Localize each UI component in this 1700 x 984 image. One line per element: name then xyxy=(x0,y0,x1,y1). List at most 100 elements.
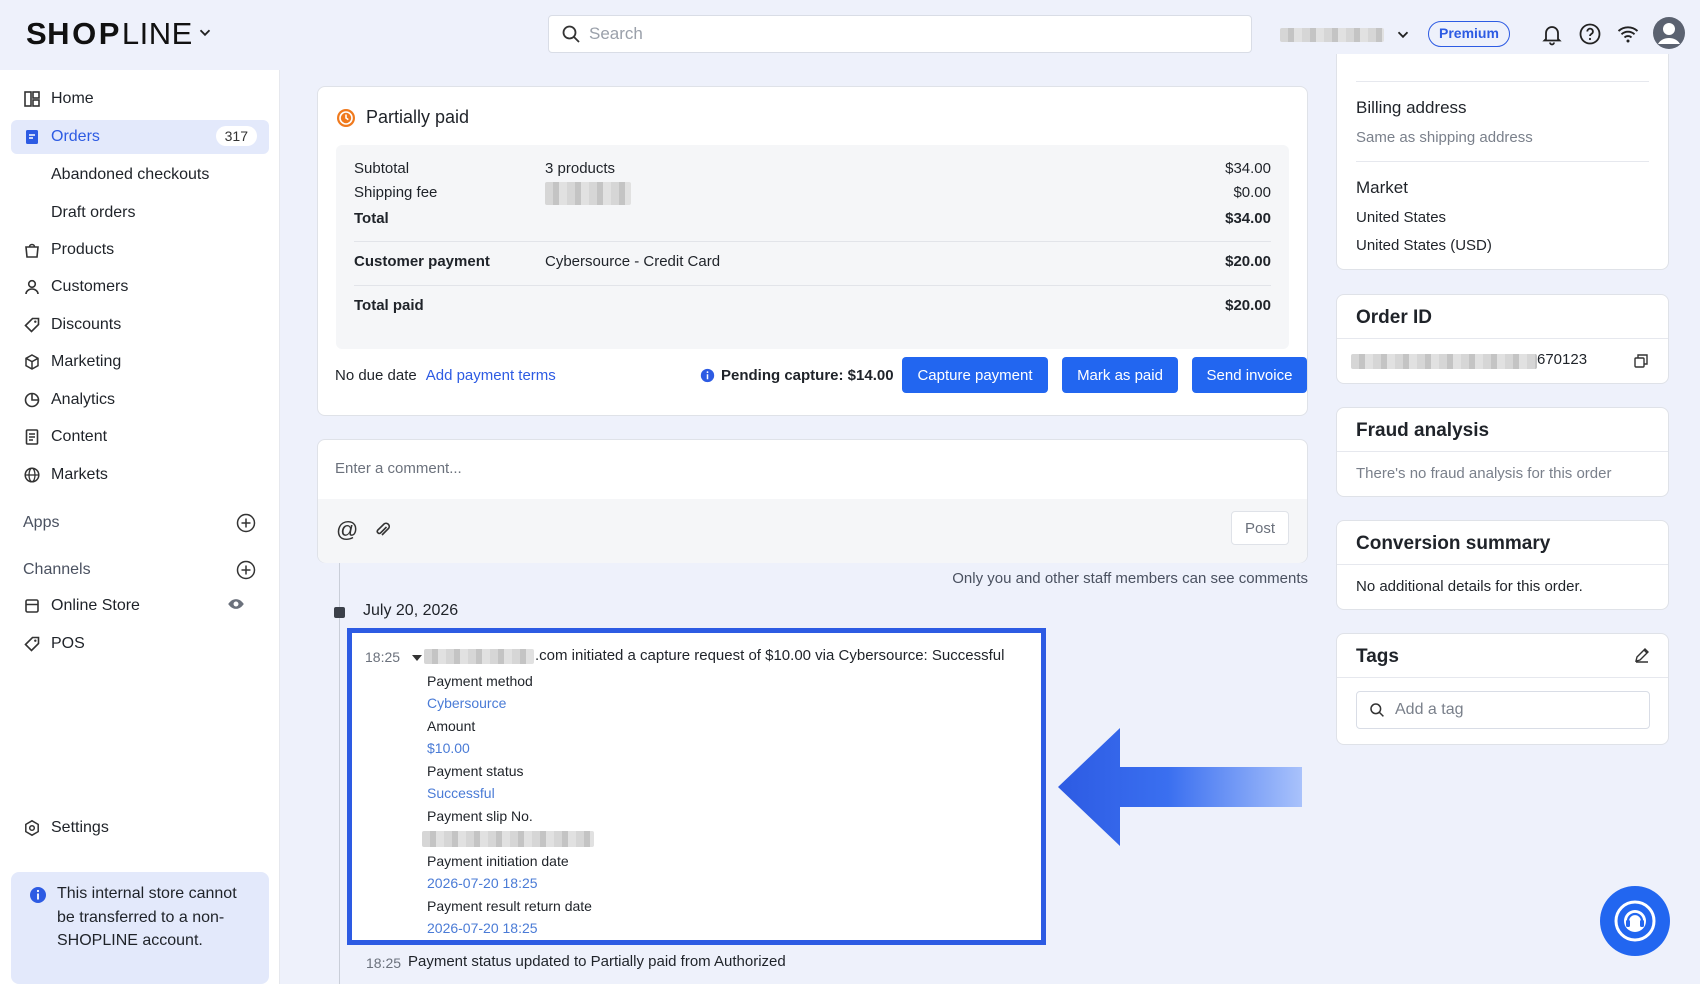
sidebar-item-pos[interactable]: POS xyxy=(11,627,269,661)
pos-tag-icon xyxy=(24,636,40,652)
tag-icon xyxy=(24,317,40,333)
timeline-date: July 20, 2026 xyxy=(363,602,459,619)
pending-capture: Pending capture: $14.00 xyxy=(700,367,894,384)
chevron-down-icon[interactable] xyxy=(196,24,214,42)
fraud-analysis-card: Fraud analysis There's no fraud analysis… xyxy=(1336,407,1669,497)
divider xyxy=(1337,338,1668,339)
divider xyxy=(1337,564,1668,565)
field-label: Amount xyxy=(427,718,476,734)
conversion-summary-text: No additional details for this order. xyxy=(1356,578,1583,595)
sidebar-item-discounts[interactable]: Discounts xyxy=(11,308,269,342)
info-icon xyxy=(30,887,46,903)
sidebar-item-content[interactable]: Content xyxy=(11,420,269,454)
capture-payment-button[interactable]: Capture payment xyxy=(902,357,1048,393)
fraud-analysis-text: There's no fraud analysis for this order xyxy=(1356,465,1612,482)
shopline-logo[interactable]: SH O P LINE xyxy=(26,16,193,52)
sidebar-item-abandoned-checkouts[interactable]: Abandoned checkouts xyxy=(11,158,269,192)
tags-title: Tags xyxy=(1356,646,1399,667)
sidebar-item-settings[interactable]: Settings xyxy=(11,811,269,845)
order-id-redacted xyxy=(1351,354,1537,369)
divider xyxy=(1337,677,1668,678)
total-paid-row: Total paid $20.00 xyxy=(354,297,1271,314)
pie-chart-icon xyxy=(24,392,40,408)
search-input[interactable] xyxy=(589,24,1229,44)
timeline-dot xyxy=(334,607,345,618)
mark-as-paid-button[interactable]: Mark as paid xyxy=(1062,357,1178,393)
field-label: Payment status xyxy=(427,763,524,779)
send-invoice-button[interactable]: Send invoice xyxy=(1192,357,1307,393)
cube-icon xyxy=(25,354,39,370)
bell-icon[interactable] xyxy=(1540,22,1564,46)
sidebar-item-markets[interactable]: Markets xyxy=(11,458,269,492)
copy-icon[interactable] xyxy=(1633,353,1649,369)
sidebar-item-customers[interactable]: Customers xyxy=(11,270,269,304)
post-button[interactable]: Post xyxy=(1231,511,1289,545)
wifi-icon[interactable] xyxy=(1616,22,1640,46)
orders-icon xyxy=(26,130,38,144)
add-tag-input[interactable] xyxy=(1395,701,1635,719)
mention-icon[interactable]: @ xyxy=(336,517,358,543)
event-time: 18:25 xyxy=(365,649,401,665)
field-value: 2026-07-20 18:25 xyxy=(427,875,538,891)
comment-input[interactable]: Enter a comment... xyxy=(335,460,462,477)
sidebar-item-products[interactable]: Products xyxy=(11,233,269,267)
home-icon xyxy=(24,91,40,107)
add-app-icon[interactable] xyxy=(236,513,256,533)
sidebar-item-marketing[interactable]: Marketing xyxy=(11,345,269,379)
info-icon xyxy=(700,368,715,382)
store-chevron-down-icon[interactable] xyxy=(1394,26,1412,44)
support-chat-button[interactable] xyxy=(1600,886,1670,956)
sidebar-item-orders[interactable]: Orders 317 xyxy=(11,120,269,154)
help-icon[interactable] xyxy=(1578,22,1602,46)
bag-icon xyxy=(25,243,39,258)
staff-email-redacted xyxy=(424,649,534,664)
customer-payment-row: Customer payment Cybersource - Credit Ca… xyxy=(354,253,1271,270)
field-label: Payment result return date xyxy=(427,898,592,914)
support-headset-icon xyxy=(1614,900,1656,942)
billing-market-card: Billing address Same as shipping address… xyxy=(1336,54,1669,270)
event-description: Payment status updated to Partially paid… xyxy=(408,953,786,970)
pointer-arrow-icon xyxy=(1058,728,1302,846)
store-icon xyxy=(25,599,39,613)
channels-section-label: Channels xyxy=(23,561,91,578)
premium-badge[interactable]: Premium xyxy=(1428,21,1510,47)
staff-visibility-note: Only you and other staff members can see… xyxy=(952,570,1308,587)
sidebar-item-home[interactable]: Home xyxy=(11,82,269,116)
edit-pencil-icon[interactable] xyxy=(1633,646,1651,664)
payment-breakdown: Subtotal 3 products $34.00 Shipping fee … xyxy=(336,145,1289,349)
field-value: Cybersource xyxy=(427,695,507,711)
fraud-analysis-title: Fraud analysis xyxy=(1356,420,1490,441)
user-avatar-icon[interactable] xyxy=(1652,16,1686,50)
event-time: 18:25 xyxy=(366,955,402,971)
sidebar-item-draft-orders[interactable]: Draft orders xyxy=(11,196,269,230)
eye-icon[interactable] xyxy=(227,595,245,613)
sidebar-item-online-store[interactable]: Online Store xyxy=(11,589,269,623)
paperclip-icon[interactable] xyxy=(374,521,392,539)
divider xyxy=(354,285,1271,286)
field-label: Payment initiation date xyxy=(427,853,569,869)
billing-address-title: Billing address xyxy=(1356,98,1467,117)
market-title: Market xyxy=(1356,178,1408,197)
conversion-summary-title: Conversion summary xyxy=(1356,533,1551,554)
market-country: United States xyxy=(1356,209,1447,226)
search-bar[interactable] xyxy=(548,15,1252,53)
field-value: Successful xyxy=(427,785,495,801)
store-name-redacted[interactable] xyxy=(1280,28,1384,42)
order-id-title: Order ID xyxy=(1356,307,1433,328)
due-date-text: No due date xyxy=(335,366,417,384)
sidebar-item-analytics[interactable]: Analytics xyxy=(11,383,269,417)
shipping-method-redacted xyxy=(545,182,631,205)
collapse-caret-icon[interactable] xyxy=(412,655,422,661)
sidebar: Home Orders 317 Abandoned checkouts Draf… xyxy=(0,70,280,984)
add-channel-icon[interactable] xyxy=(236,560,256,580)
person-icon xyxy=(25,279,39,295)
subtotal-row: Subtotal 3 products $34.00 xyxy=(354,160,1271,177)
document-icon xyxy=(25,429,39,445)
tags-card: Tags xyxy=(1336,633,1669,745)
tag-input-field[interactable] xyxy=(1356,691,1650,729)
event-description: .com initiated a capture request of $10.… xyxy=(535,647,1005,664)
globe-icon xyxy=(24,467,40,483)
add-payment-terms-link[interactable]: Add payment terms xyxy=(426,367,556,384)
capture-event-highlight: 18:25 .com initiated a capture request o… xyxy=(347,628,1046,945)
order-id-card: Order ID 670123 xyxy=(1336,294,1669,384)
